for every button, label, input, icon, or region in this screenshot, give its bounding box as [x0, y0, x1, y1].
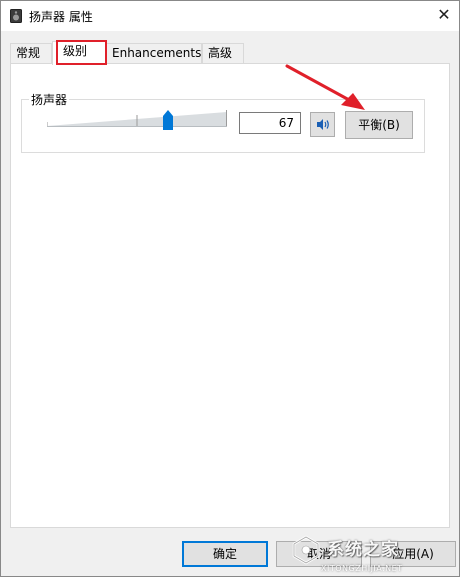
window-title: 扬声器 属性: [29, 10, 93, 24]
close-button[interactable]: ✕: [429, 1, 459, 31]
speaker-device-icon: [10, 9, 22, 23]
title-bar: 扬声器 属性 ✕: [1, 1, 459, 31]
apply-button[interactable]: 应用(A): [370, 541, 456, 567]
ok-button[interactable]: 确定: [182, 541, 268, 567]
volume-slider-thumb[interactable]: [163, 110, 173, 130]
close-icon: ✕: [437, 5, 451, 24]
speaker-properties-window: 扬声器 属性 ✕ 常规 级别 Enhancements 高级 扬声器 67 平衡…: [0, 0, 460, 577]
levels-panel: 扬声器 67 平衡(B): [10, 63, 450, 528]
group-label: 扬声器: [29, 91, 70, 108]
tab-general[interactable]: 常规: [10, 43, 52, 63]
tab-enhancements[interactable]: Enhancements: [106, 43, 202, 63]
annotation-highlight-box: [56, 40, 107, 65]
volume-slider[interactable]: [47, 110, 227, 130]
cancel-button[interactable]: 取消: [276, 541, 362, 567]
tab-advanced[interactable]: 高级: [202, 43, 244, 63]
annotation-arrow-icon: [285, 64, 365, 110]
